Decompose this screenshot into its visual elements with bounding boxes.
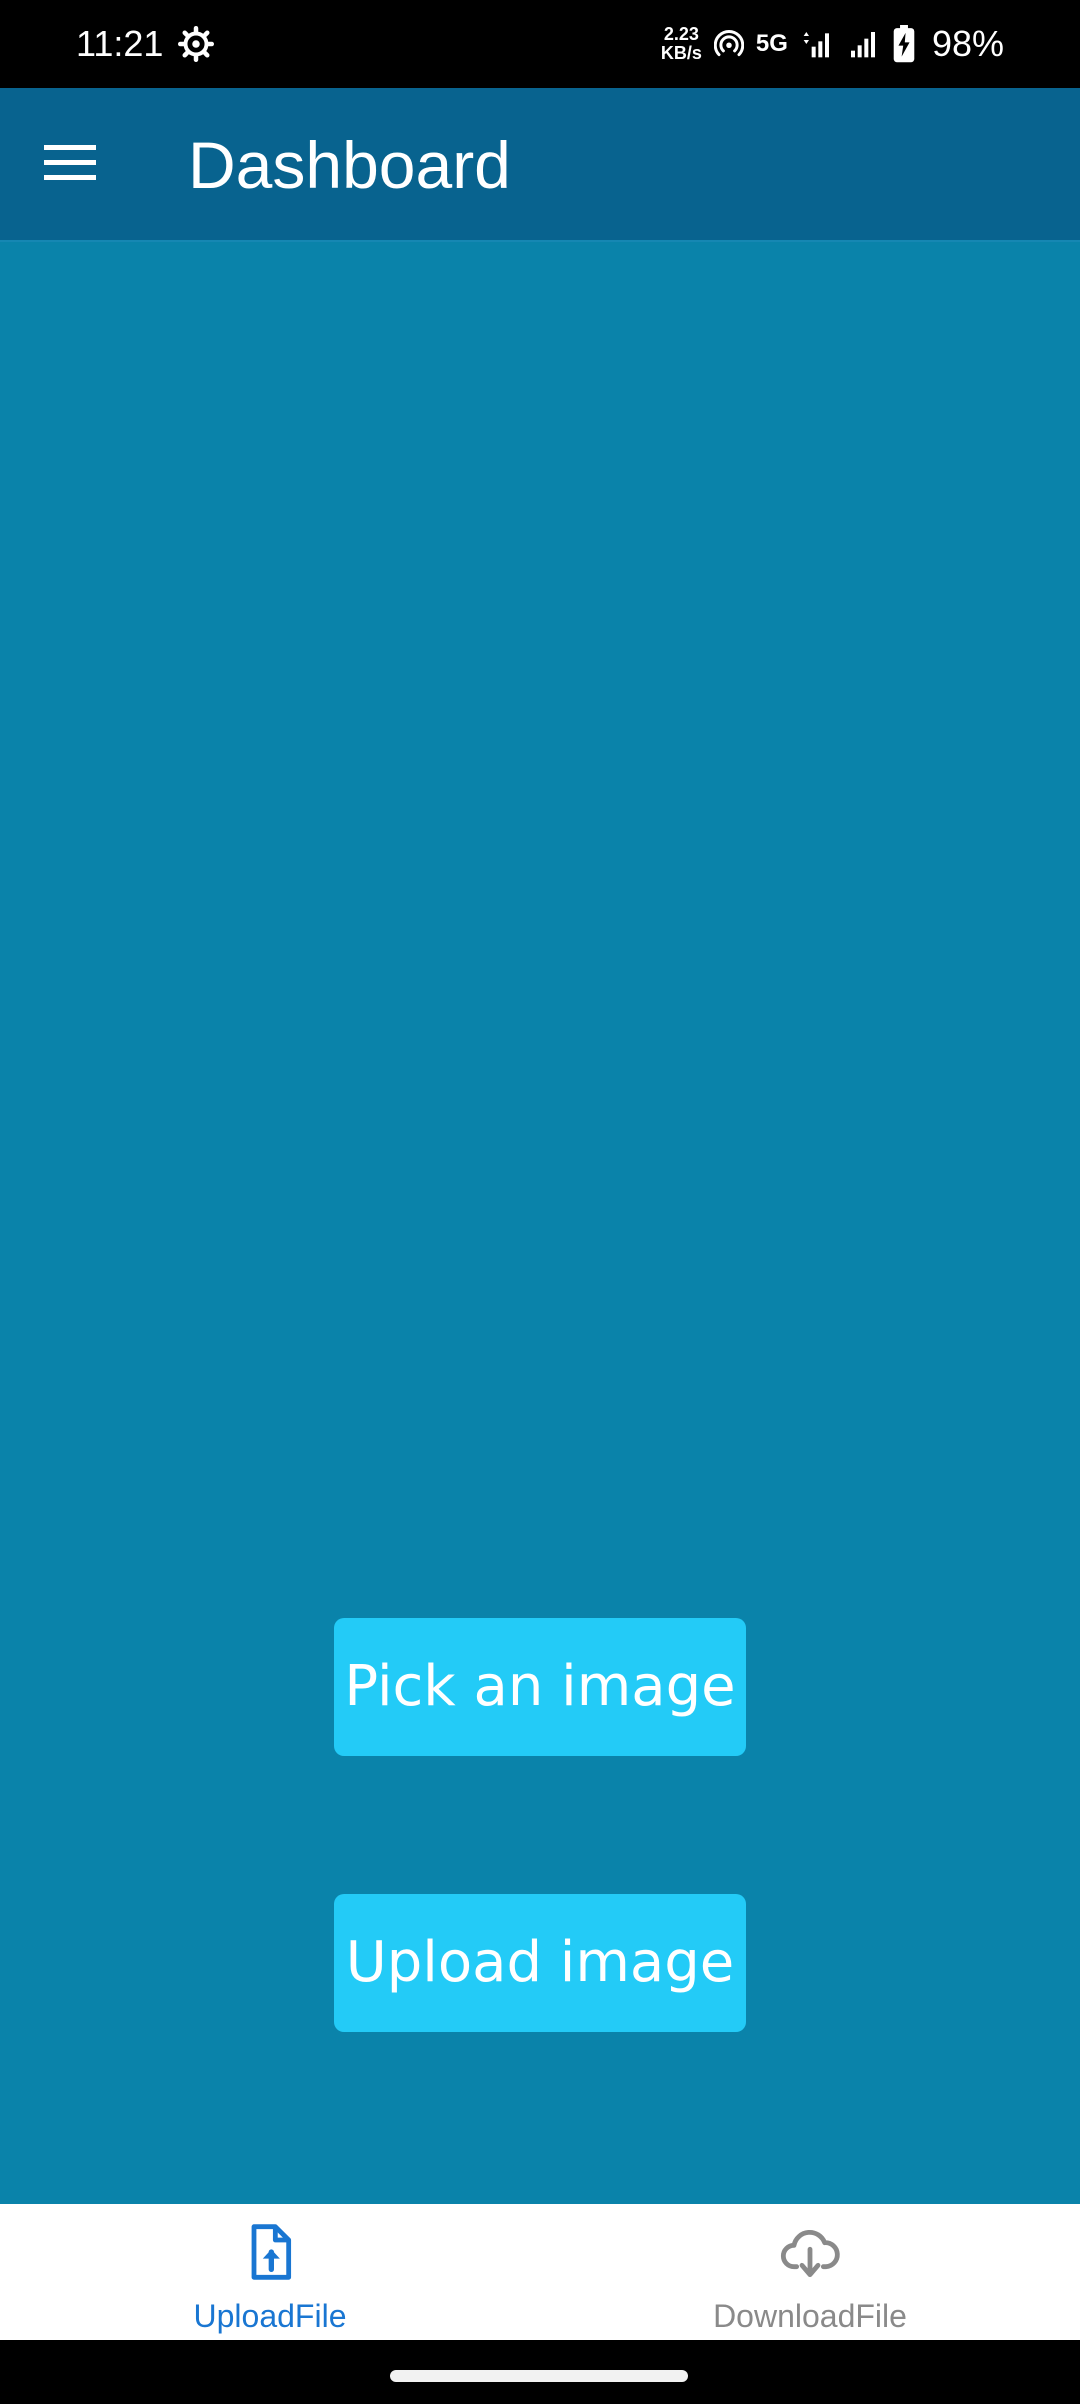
signal-icon [803, 32, 829, 58]
phone-screen: 11:21 2.23 KB/s 5G 98% Dashboard Pick an… [0, 0, 1080, 2404]
network-speed-unit: KB/s [660, 43, 702, 63]
gear-icon [178, 26, 214, 62]
bottom-navigation: UploadFile DownloadFile [0, 2204, 1080, 2340]
hotspot-icon [713, 30, 744, 57]
network-type: 5G [755, 30, 788, 57]
status-time: 11:21 [76, 23, 164, 64]
home-gesture-handle[interactable] [390, 2370, 688, 2382]
status-indicators: 2.23 KB/s 5G 98% [661, 18, 1004, 70]
menu-icon [44, 145, 96, 180]
page-title: Dashboard [188, 128, 511, 202]
main-content: Pick an image Upload image [0, 242, 1080, 2204]
nav-item-download-file[interactable]: DownloadFile [540, 2204, 1080, 2340]
status-bar: 11:21 2.23 KB/s 5G 98% [0, 0, 1080, 88]
network-speed-value: 2.23 [663, 24, 699, 44]
nav-label-upload-file: UploadFile [193, 2298, 347, 2334]
gesture-navigation-bar [0, 2340, 1080, 2404]
nav-label-download-file: DownloadFile [713, 2298, 907, 2334]
network-speed: 2.23 KB/s [661, 25, 702, 63]
battery-percent: 98% [931, 23, 1004, 64]
upload-image-button[interactable]: Upload image [334, 1894, 746, 2032]
file-upload-icon [251, 2224, 292, 2280]
signal-icon [850, 32, 875, 58]
nav-item-upload-file[interactable]: UploadFile [0, 2204, 540, 2340]
app-bar: Dashboard [0, 88, 1080, 242]
cloud-download-icon [781, 2229, 840, 2278]
battery-charging-icon [893, 25, 915, 63]
menu-button[interactable] [38, 130, 104, 196]
pick-image-button[interactable]: Pick an image [334, 1618, 746, 1756]
